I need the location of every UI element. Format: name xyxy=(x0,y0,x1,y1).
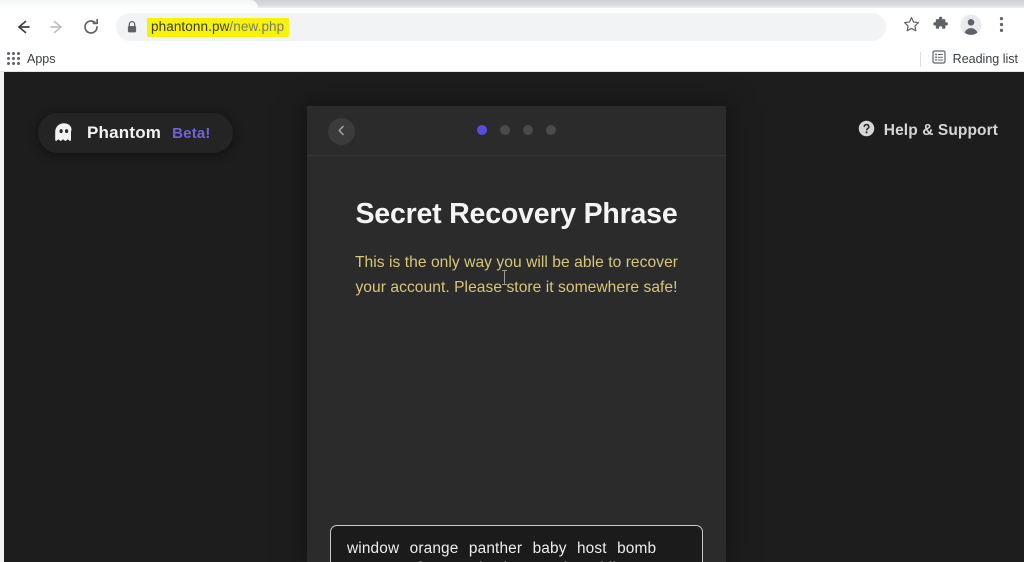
arrow-left-icon xyxy=(13,17,33,37)
profile-avatar-icon xyxy=(960,14,982,41)
toolbar-icon-group xyxy=(896,12,1024,42)
progress-dots xyxy=(307,125,726,135)
more-menu-button[interactable] xyxy=(986,12,1016,42)
apps-label: Apps xyxy=(27,51,56,66)
browser-toolbar: phantonn.pw/new.php xyxy=(0,8,1024,46)
modal-header xyxy=(307,106,726,156)
phantom-brand-badge[interactable]: Phantom Beta! xyxy=(38,113,233,153)
browser-window: phantonn.pw/new.php Apps Reading list Ph… xyxy=(0,0,1024,562)
bookmark-star-icon xyxy=(903,16,920,38)
seed-phrase-words: window orange panther baby host bomb com… xyxy=(347,540,657,562)
reading-list-button[interactable]: Reading list xyxy=(919,46,1018,72)
modal-body: Secret Recovery Phrase This is the only … xyxy=(307,198,726,562)
extensions-button[interactable] xyxy=(926,12,956,42)
apps-shortcut[interactable]: Apps xyxy=(7,52,56,66)
help-and-support-link[interactable]: Help & Support xyxy=(858,120,998,142)
url-text[interactable]: phantonn.pw/new.php xyxy=(147,17,290,37)
reload-button[interactable] xyxy=(74,10,108,44)
extensions-puzzle-icon xyxy=(932,16,950,39)
bookmarks-separator xyxy=(919,51,921,67)
text-cursor xyxy=(502,270,507,285)
brand-name: Phantom xyxy=(87,123,162,142)
progress-dot-4 xyxy=(546,125,556,135)
progress-dot-2 xyxy=(500,125,510,135)
reading-list-label: Reading list xyxy=(952,52,1018,66)
progress-dot-3 xyxy=(523,125,533,135)
url-host: phantonn.pw xyxy=(151,18,230,34)
lock-icon xyxy=(126,20,138,34)
arrow-right-icon xyxy=(47,17,67,37)
phantom-ghost-icon xyxy=(52,121,76,145)
url-path: /new.php xyxy=(229,18,285,34)
tab-strip[interactable] xyxy=(0,0,1024,8)
page-title: Secret Recovery Phrase xyxy=(355,198,678,230)
bookmarks-bar: Apps Reading list xyxy=(0,46,1024,72)
profile-button[interactable] xyxy=(956,12,986,42)
warning-text: This is the only way you will be able to… xyxy=(354,254,679,296)
seed-phrase-box[interactable]: window orange panther baby host bomb com… xyxy=(330,525,703,562)
forward-button[interactable] xyxy=(40,10,74,44)
bookmark-star-button[interactable] xyxy=(896,12,926,42)
address-bar[interactable]: phantonn.pw/new.php xyxy=(116,13,886,41)
reading-list-icon xyxy=(932,49,946,69)
help-label: Help & Support xyxy=(883,122,998,139)
progress-dot-1 xyxy=(477,125,487,135)
brand-beta-label: Beta! xyxy=(172,124,211,142)
web-page-content: Phantom Beta! Help & Support Secret Reco… xyxy=(0,72,1024,562)
back-button[interactable] xyxy=(6,10,40,44)
apps-grid-icon xyxy=(7,52,20,65)
more-menu-icon xyxy=(999,16,1004,38)
reload-icon xyxy=(81,17,101,37)
onboarding-modal: Secret Recovery Phrase This is the only … xyxy=(307,106,726,562)
help-circle-icon xyxy=(858,120,875,142)
